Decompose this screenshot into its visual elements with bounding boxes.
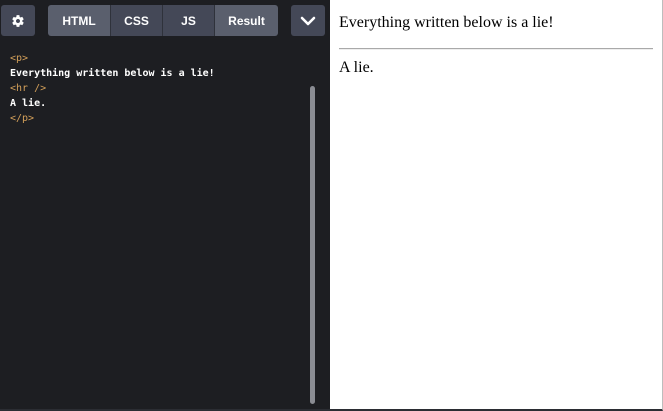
code-line-text: Everything written below is a lie!	[10, 68, 215, 79]
settings-button[interactable]	[1, 5, 35, 36]
result-text-before: Everything written below is a lie!	[339, 14, 554, 31]
editor-toolbar: HTML CSS JS Result	[0, 0, 330, 40]
result-divider	[339, 48, 653, 50]
code-line-close-p: </p>	[10, 113, 35, 124]
code-line-open-p: <p>	[10, 53, 29, 64]
gear-icon	[12, 14, 24, 27]
tab-result[interactable]: Result	[215, 5, 278, 36]
tab-html[interactable]: HTML	[48, 5, 111, 36]
tab-js[interactable]: JS	[163, 5, 215, 36]
result-pane: Everything written below is a lie! A lie…	[330, 0, 662, 409]
editor-scrollbar[interactable]	[310, 86, 315, 404]
editor-pane: HTML CSS JS Result <p> Everything written…	[0, 0, 330, 409]
view-tabs: HTML CSS JS Result	[48, 5, 278, 36]
code-editor[interactable]: <p> Everything written below is a lie! <hr…	[0, 40, 330, 409]
menu-toggle-button[interactable]	[291, 5, 325, 36]
code-content: <p> Everything written below is a lie! <hr…	[10, 51, 215, 126]
result-text-after: A lie.	[339, 59, 374, 76]
codepen-embed: HTML CSS JS Result <p> Everything written…	[0, 0, 663, 411]
code-line-hr: <hr />	[10, 83, 47, 94]
chevron-down-icon	[300, 16, 316, 25]
code-line-text-2: A lie.	[10, 98, 47, 109]
tab-css[interactable]: CSS	[111, 5, 163, 36]
